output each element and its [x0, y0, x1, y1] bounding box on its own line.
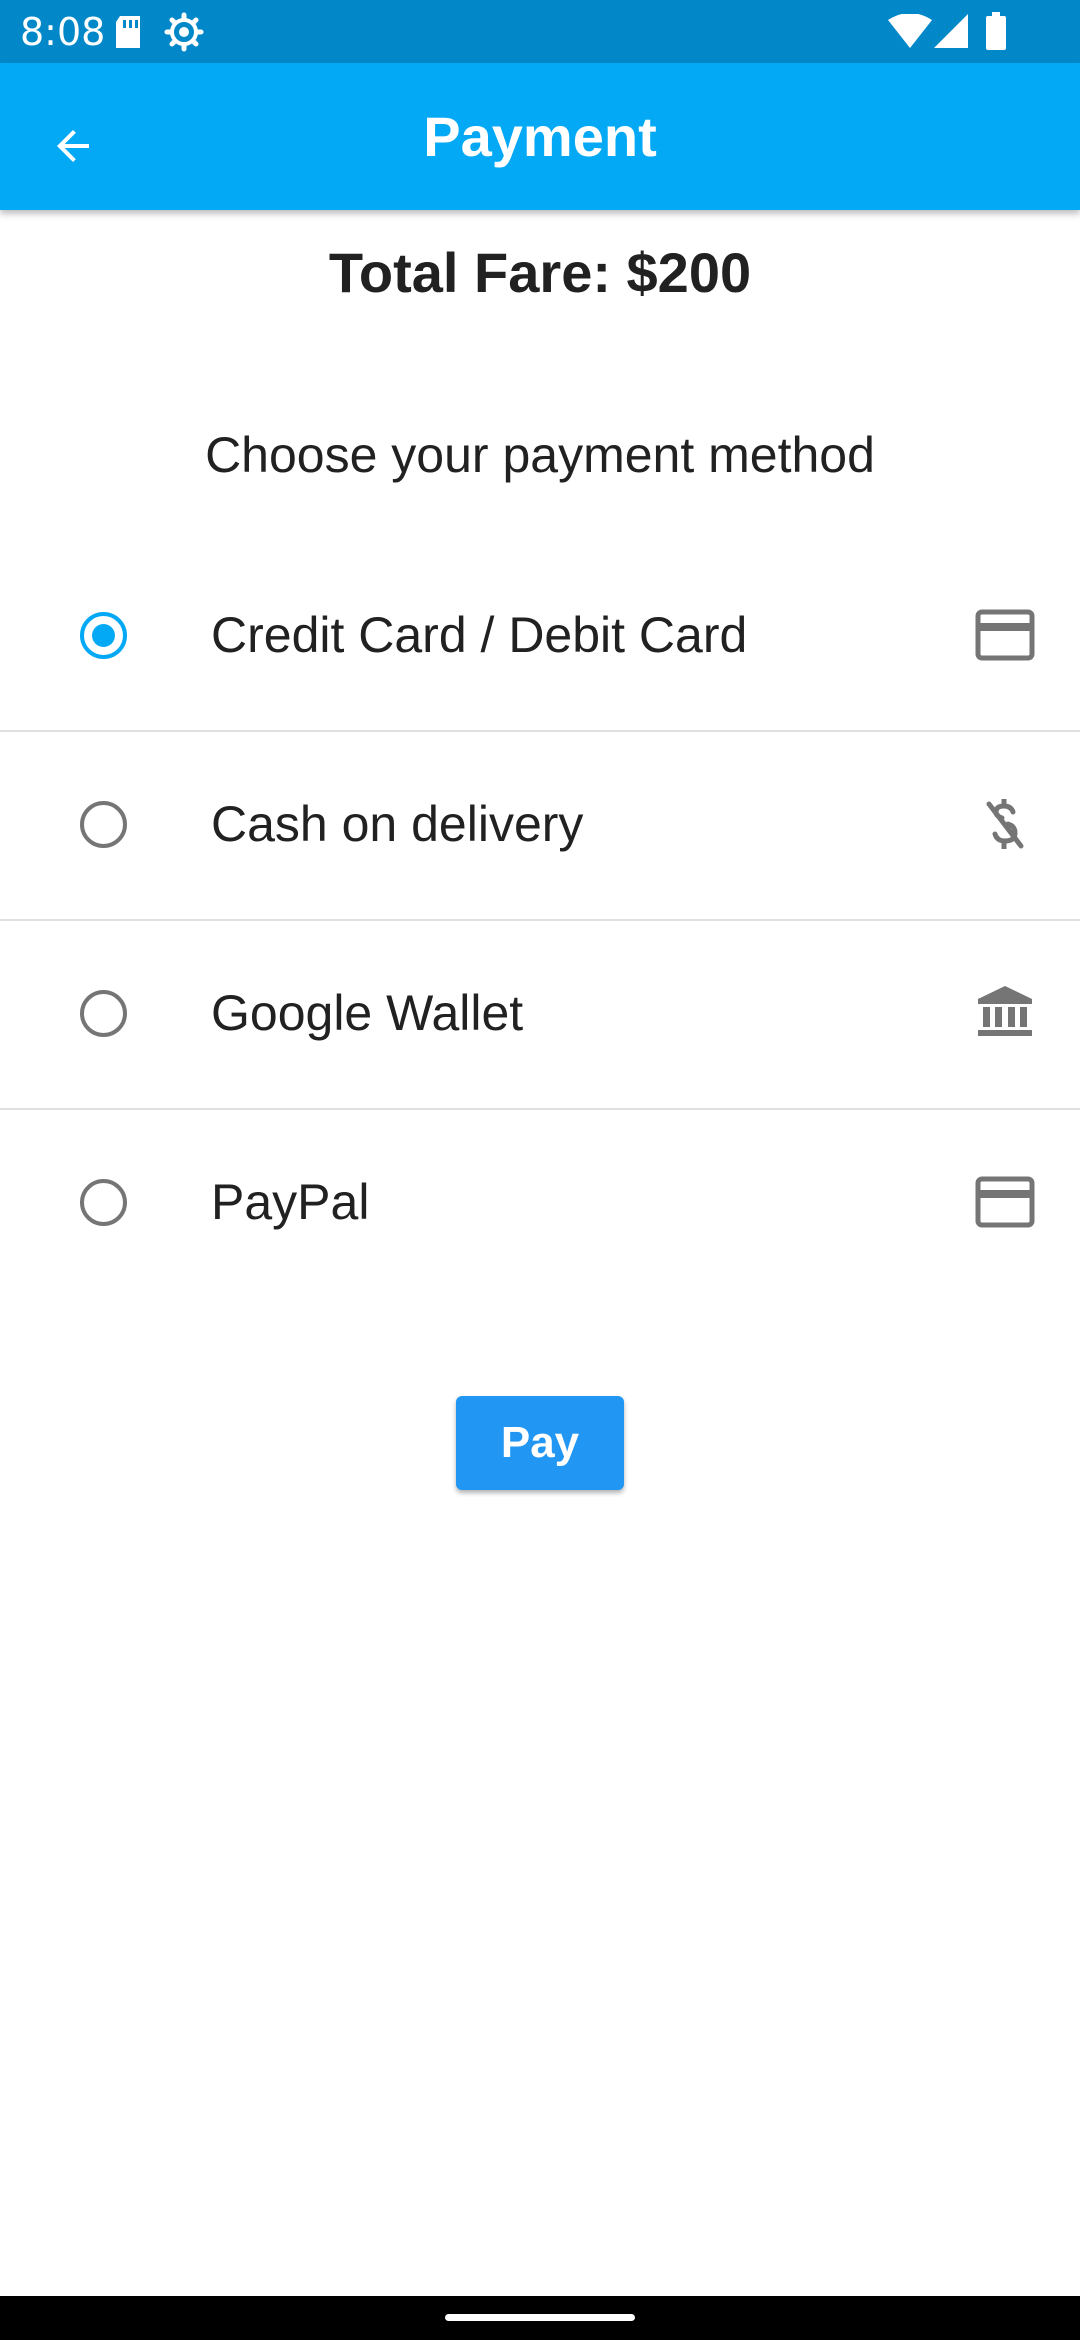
radio-button-credit-card[interactable] [80, 612, 127, 659]
arrow-back-icon [57, 130, 89, 162]
money-off-icon [986, 799, 1024, 849]
page-title: Payment [423, 105, 657, 168]
total-fare: Total Fare: $200 [328, 241, 752, 304]
status-bar: 8:08 [0, 0, 1080, 63]
radio-button-paypal[interactable] [80, 1179, 127, 1226]
home-indicator[interactable] [445, 2314, 635, 2321]
signal-icon [934, 14, 968, 48]
payment-method-prompt: Choose your payment method [205, 427, 875, 483]
settings-icon [164, 12, 204, 52]
payment-option-label: Google Wallet [211, 985, 524, 1041]
payment-option-credit-card[interactable]: Credit Card / Debit Card [0, 541, 1080, 732]
pay-button[interactable]: Pay [456, 1396, 624, 1490]
payment-option-cash[interactable]: Cash on delivery [0, 730, 1080, 921]
payment-option-google-wallet[interactable]: Google Wallet [0, 919, 1080, 1110]
back-button[interactable] [28, 101, 118, 191]
app-bar: Payment [0, 63, 1080, 210]
bank-icon [978, 986, 1032, 1036]
radio-button-google-wallet[interactable] [80, 990, 127, 1037]
sd-card-icon [116, 16, 140, 48]
payment-option-label: Credit Card / Debit Card [211, 607, 748, 663]
status-time: 8:08 [20, 10, 106, 54]
system-navigation-bar [0, 2296, 1080, 2340]
radio-button-cash[interactable] [80, 801, 127, 848]
battery-icon [986, 12, 1006, 50]
wifi-icon [888, 14, 932, 48]
credit-card-icon [975, 1176, 1035, 1228]
payment-option-label: PayPal [211, 1174, 370, 1230]
payment-option-paypal[interactable]: PayPal [0, 1108, 1080, 1297]
payment-option-label: Cash on delivery [211, 796, 584, 852]
credit-card-icon [975, 609, 1035, 661]
